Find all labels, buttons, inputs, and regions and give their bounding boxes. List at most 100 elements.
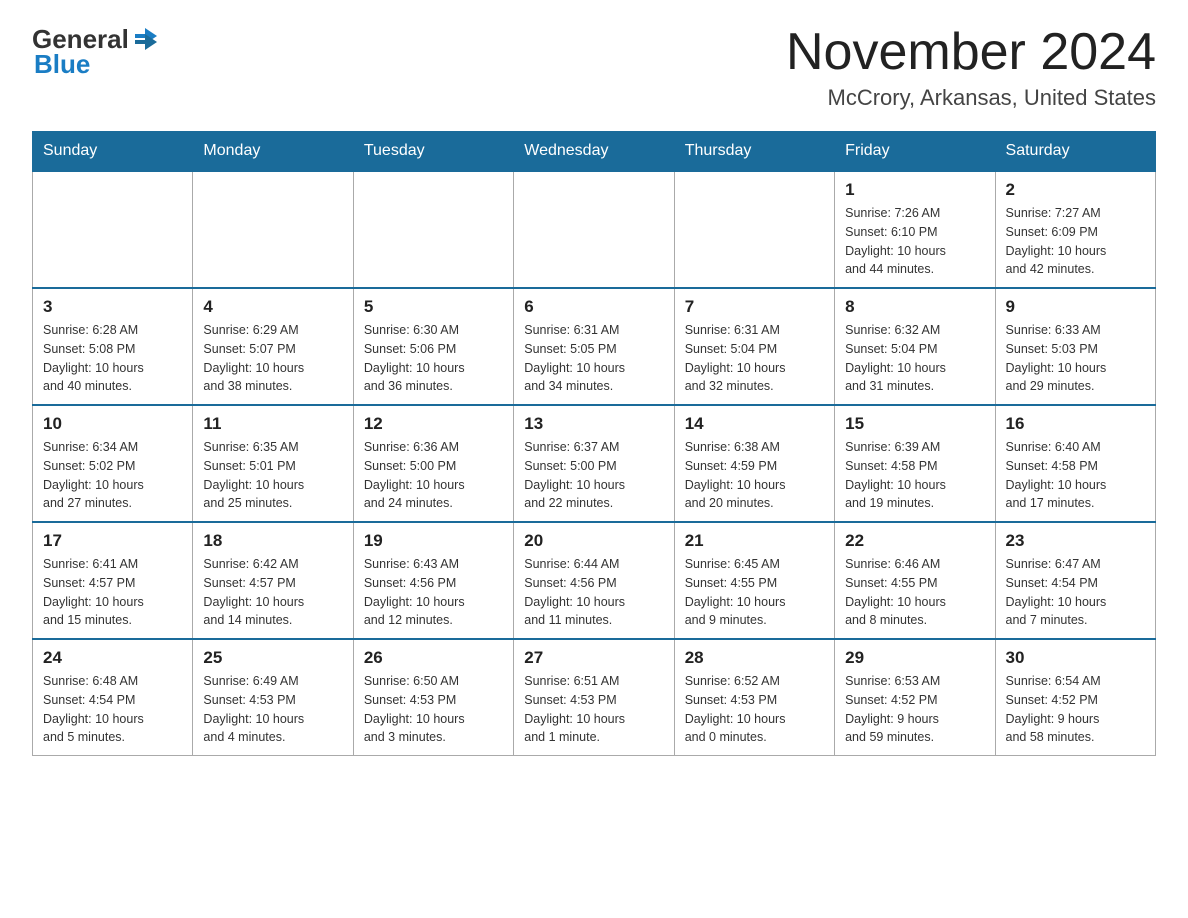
table-row: 29Sunrise: 6:53 AM Sunset: 4:52 PM Dayli… [835,639,995,756]
day-info: Sunrise: 6:44 AM Sunset: 4:56 PM Dayligh… [524,555,663,630]
table-row: 27Sunrise: 6:51 AM Sunset: 4:53 PM Dayli… [514,639,674,756]
table-row: 15 Sunrise: 6:39 AM Sunset: 4:58 PM Dayli… [835,405,995,522]
day-info: Sunrise: 7:26 AM Sunset: 6:10 PM Dayligh… [845,204,984,279]
day-info: Sunrise: 6:41 AM Sunset: 4:57 PM Dayligh… [43,555,182,630]
calendar-week-5: 24 Sunrise: 6:48 AM Sunset: 4:54 PM Dayli… [33,639,1156,756]
day-number: 1 [845,180,984,200]
day-info: Sunrise: 6:54 AM Sunset: 4:52 PM Dayligh… [1006,672,1145,747]
header-thursday: Thursday [674,132,834,172]
calendar-subtitle: McCrory, Arkansas, United States [786,85,1156,111]
day-number: 26 [364,648,503,668]
day-number: 28 [685,648,824,668]
day-number: 17 [43,531,182,551]
day-info: Sunrise: 6:51 AM Sunset: 4:53 PM Dayligh… [524,672,663,747]
day-info: Sunrise: 6:33 AM Sunset: 5:03 PM Dayligh… [1006,321,1145,396]
day-number: 21 [685,531,824,551]
header-wednesday: Wednesday [514,132,674,172]
day-info: Sunrise: 6:28 AM Sunset: 5:08 PM Dayligh… [43,321,182,396]
day-number: 25 [203,648,342,668]
table-row: 25 Sunrise: 6:49 AM Sunset: 4:53 PM Dayli… [193,639,353,756]
day-info: Sunrise: 6:40 AM Sunset: 4:58 PM Dayligh… [1006,438,1145,513]
table-row: 22 Sunrise: 6:46 AM Sunset: 4:55 PM Dayli… [835,522,995,639]
day-info: Sunrise: 6:38 AM Sunset: 4:59 PM Dayligh… [685,438,824,513]
day-info: Sunrise: 7:27 AM Sunset: 6:09 PM Dayligh… [1006,204,1145,279]
day-number: 7 [685,297,824,317]
table-row [193,171,353,288]
table-row: 2Sunrise: 7:27 AM Sunset: 6:09 PM Daylig… [995,171,1155,288]
day-number: 20 [524,531,663,551]
calendar-week-1: 1 Sunrise: 7:26 AM Sunset: 6:10 PM Daylig… [33,171,1156,288]
table-row: 9Sunrise: 6:33 AM Sunset: 5:03 PM Daylig… [995,288,1155,405]
calendar-header-row: Sunday Monday Tuesday Wednesday Thursday… [33,132,1156,172]
day-info: Sunrise: 6:49 AM Sunset: 4:53 PM Dayligh… [203,672,342,747]
day-number: 23 [1006,531,1145,551]
table-row: 8 Sunrise: 6:32 AM Sunset: 5:04 PM Daylig… [835,288,995,405]
table-row: 20 Sunrise: 6:44 AM Sunset: 4:56 PM Dayli… [514,522,674,639]
logo: General Blue [32,24,159,80]
day-number: 18 [203,531,342,551]
day-info: Sunrise: 6:36 AM Sunset: 5:00 PM Dayligh… [364,438,503,513]
table-row: 5 Sunrise: 6:30 AM Sunset: 5:06 PM Daylig… [353,288,513,405]
day-info: Sunrise: 6:52 AM Sunset: 4:53 PM Dayligh… [685,672,824,747]
header-sunday: Sunday [33,132,193,172]
table-row: 11Sunrise: 6:35 AM Sunset: 5:01 PM Dayli… [193,405,353,522]
calendar-title: November 2024 [786,24,1156,81]
table-row: 13Sunrise: 6:37 AM Sunset: 5:00 PM Dayli… [514,405,674,522]
calendar-week-4: 17 Sunrise: 6:41 AM Sunset: 4:57 PM Dayli… [33,522,1156,639]
table-row: 23 Sunrise: 6:47 AM Sunset: 4:54 PM Dayli… [995,522,1155,639]
day-number: 5 [364,297,503,317]
day-number: 22 [845,531,984,551]
header-tuesday: Tuesday [353,132,513,172]
table-row: 1 Sunrise: 7:26 AM Sunset: 6:10 PM Daylig… [835,171,995,288]
table-row: 12 Sunrise: 6:36 AM Sunset: 5:00 PM Dayli… [353,405,513,522]
table-row: 10 Sunrise: 6:34 AM Sunset: 5:02 PM Dayli… [33,405,193,522]
table-row: 28 Sunrise: 6:52 AM Sunset: 4:53 PM Dayli… [674,639,834,756]
day-info: Sunrise: 6:45 AM Sunset: 4:55 PM Dayligh… [685,555,824,630]
day-number: 8 [845,297,984,317]
table-row [33,171,193,288]
day-number: 10 [43,414,182,434]
day-info: Sunrise: 6:39 AM Sunset: 4:58 PM Dayligh… [845,438,984,513]
table-row: 24 Sunrise: 6:48 AM Sunset: 4:54 PM Dayli… [33,639,193,756]
page-header: General Blue November 2024 McCrory, Arka… [32,24,1156,111]
day-info: Sunrise: 6:31 AM Sunset: 5:04 PM Dayligh… [685,321,824,396]
day-number: 15 [845,414,984,434]
day-info: Sunrise: 6:46 AM Sunset: 4:55 PM Dayligh… [845,555,984,630]
calendar-week-2: 3 Sunrise: 6:28 AM Sunset: 5:08 PM Daylig… [33,288,1156,405]
day-number: 13 [524,414,663,434]
day-number: 29 [845,648,984,668]
day-info: Sunrise: 6:43 AM Sunset: 4:56 PM Dayligh… [364,555,503,630]
day-number: 3 [43,297,182,317]
header-friday: Friday [835,132,995,172]
day-info: Sunrise: 6:50 AM Sunset: 4:53 PM Dayligh… [364,672,503,747]
day-info: Sunrise: 6:30 AM Sunset: 5:06 PM Dayligh… [364,321,503,396]
table-row: 3 Sunrise: 6:28 AM Sunset: 5:08 PM Daylig… [33,288,193,405]
table-row: 14Sunrise: 6:38 AM Sunset: 4:59 PM Dayli… [674,405,834,522]
day-info: Sunrise: 6:34 AM Sunset: 5:02 PM Dayligh… [43,438,182,513]
day-number: 6 [524,297,663,317]
day-number: 19 [364,531,503,551]
logo-blue-text: Blue [34,49,90,80]
day-info: Sunrise: 6:42 AM Sunset: 4:57 PM Dayligh… [203,555,342,630]
day-number: 30 [1006,648,1145,668]
calendar-table: Sunday Monday Tuesday Wednesday Thursday… [32,131,1156,756]
day-info: Sunrise: 6:48 AM Sunset: 4:54 PM Dayligh… [43,672,182,747]
day-number: 4 [203,297,342,317]
title-area: November 2024 McCrory, Arkansas, United … [786,24,1156,111]
day-number: 24 [43,648,182,668]
table-row [353,171,513,288]
table-row [514,171,674,288]
header-monday: Monday [193,132,353,172]
table-row: 17 Sunrise: 6:41 AM Sunset: 4:57 PM Dayli… [33,522,193,639]
logo-icon [131,26,159,54]
table-row: 7 Sunrise: 6:31 AM Sunset: 5:04 PM Daylig… [674,288,834,405]
day-number: 12 [364,414,503,434]
table-row: 16 Sunrise: 6:40 AM Sunset: 4:58 PM Dayli… [995,405,1155,522]
day-number: 16 [1006,414,1145,434]
table-row: 19 Sunrise: 6:43 AM Sunset: 4:56 PM Dayli… [353,522,513,639]
day-info: Sunrise: 6:47 AM Sunset: 4:54 PM Dayligh… [1006,555,1145,630]
day-info: Sunrise: 6:32 AM Sunset: 5:04 PM Dayligh… [845,321,984,396]
day-info: Sunrise: 6:31 AM Sunset: 5:05 PM Dayligh… [524,321,663,396]
day-number: 11 [203,414,342,434]
table-row: 21 Sunrise: 6:45 AM Sunset: 4:55 PM Dayli… [674,522,834,639]
